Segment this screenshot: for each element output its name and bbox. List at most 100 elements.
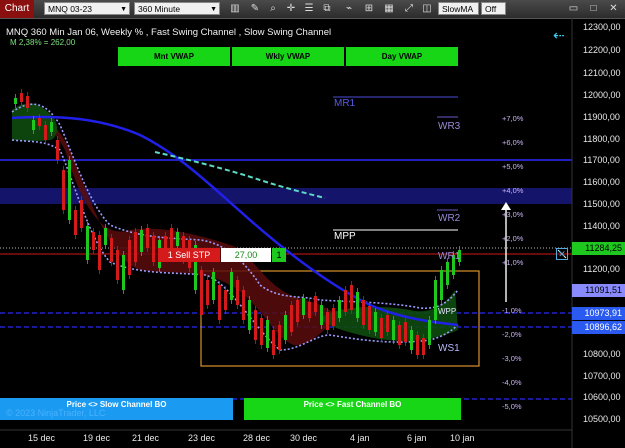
y-axis-label: 11500,00 — [583, 199, 620, 209]
candle-body — [32, 120, 35, 130]
candle-body — [86, 226, 89, 260]
x-axis-label: 23 dec — [188, 433, 216, 443]
candle-body — [374, 312, 377, 332]
candle-body — [200, 270, 203, 315]
x-axis-label: 15 dec — [28, 433, 56, 443]
candle-body — [236, 280, 239, 305]
percent-label: +6,0% — [502, 138, 524, 147]
candle-body — [260, 318, 263, 345]
monthly-vwap-button[interactable]: Mnt VWAP — [118, 47, 230, 66]
x-axis-label: 21 dec — [132, 433, 160, 443]
x-axis-label: 19 dec — [83, 433, 111, 443]
day-vwap-button[interactable]: Day VWAP — [346, 47, 458, 66]
price-tag: 11091,51 — [572, 284, 625, 297]
order-quantity-box[interactable]: 1 — [272, 248, 286, 262]
percent-label: -3,0% — [502, 354, 522, 363]
candle-body — [56, 140, 59, 160]
candle-body — [152, 236, 155, 262]
candle-body — [212, 272, 215, 300]
candle-body — [398, 325, 401, 345]
y-axis-label: 11900,00 — [583, 112, 620, 122]
percent-label: +1,0% — [502, 258, 524, 267]
x-axis-label: 4 jan — [350, 433, 370, 443]
candle-body — [98, 235, 101, 270]
candle-body — [290, 305, 293, 332]
candle-body — [122, 255, 125, 290]
chart-title: MNQ 360 Min Jan 06, Weekly % , Fast Swin… — [6, 27, 332, 38]
candle-body — [50, 122, 53, 132]
percent-label: +4,0% — [502, 186, 524, 195]
wr3-label: WR3 — [438, 121, 461, 132]
candle-body — [368, 306, 371, 330]
candle-body — [92, 232, 95, 250]
close-order-icon[interactable]: ✕ — [556, 248, 568, 260]
candle-body — [20, 93, 23, 102]
candle-body — [362, 300, 365, 325]
slow-moving-average — [11, 115, 459, 327]
y-axis-label: 12100,00 — [583, 68, 621, 78]
candle-body — [224, 290, 227, 310]
y-axis-label: 10500,00 — [583, 414, 621, 424]
candle-body — [128, 240, 131, 275]
candle-body — [320, 305, 323, 325]
candle-body — [338, 300, 341, 318]
order-price-box[interactable]: 27,00 — [221, 248, 271, 262]
candle-body — [314, 296, 317, 312]
chart-canvas[interactable] — [0, 0, 625, 448]
y-axis-label: 12000,00 — [583, 90, 621, 100]
candle-body — [38, 118, 41, 126]
candle-body — [272, 330, 275, 355]
candle-body — [140, 230, 143, 252]
copyright-text: © 2023 NinjaTrader, LLC — [6, 408, 106, 418]
y-axis-label: 11600,00 — [583, 177, 620, 187]
candle-body — [44, 125, 47, 140]
candle-body — [248, 300, 251, 330]
y-axis-label: 12200,00 — [583, 45, 621, 55]
percent-label: +5,0% — [502, 162, 524, 171]
candle-body — [326, 312, 329, 330]
candle-body — [392, 320, 395, 340]
candle-body — [278, 325, 281, 350]
fast-channel-breakout-button[interactable]: Price <> Fast Channel BO — [244, 398, 461, 420]
percent-label: -5,0% — [502, 402, 522, 411]
candle-body — [296, 300, 299, 322]
candle-body — [446, 262, 449, 285]
candle-body — [14, 98, 17, 104]
candle-body — [170, 228, 173, 250]
y-axis-label: 11400,00 — [583, 221, 620, 231]
price-tag: 10896,62 — [572, 321, 625, 334]
candle-body — [68, 160, 71, 220]
candle-body — [356, 292, 359, 318]
candle-body — [410, 330, 413, 350]
candle-body — [380, 318, 383, 338]
weekly-vwap-button[interactable]: Wkly VWAP — [232, 47, 344, 66]
mr1-label: MR1 — [334, 98, 356, 109]
candle-body — [308, 302, 311, 318]
candle-body — [242, 290, 245, 320]
percent-label: -4,0% — [502, 378, 522, 387]
candle-body — [146, 228, 149, 248]
candle-body — [134, 232, 137, 262]
candle-body — [62, 170, 65, 210]
candle-body — [266, 320, 269, 348]
y-axis-label: 11800,00 — [583, 134, 620, 144]
x-axis-label: 6 jan — [407, 433, 427, 443]
candle-body — [116, 250, 119, 280]
candle-body — [254, 310, 257, 340]
collapse-arrow-icon[interactable]: ⇠ — [553, 27, 565, 44]
percent-label: -2,0% — [502, 330, 522, 339]
price-tag: 10973,91 — [572, 307, 625, 320]
candle-body — [422, 338, 425, 355]
x-axis-label: 10 jan — [450, 433, 475, 443]
candle-body — [350, 285, 353, 310]
candle-body — [332, 308, 335, 326]
candle-body — [110, 238, 113, 262]
ws1-label: WS1 — [438, 343, 460, 354]
candle-body — [230, 272, 233, 300]
y-axis-label: 11200,00 — [583, 264, 620, 274]
sell-stop-order-label[interactable]: 1 Sell STP — [158, 248, 220, 262]
percent-label: +2,0% — [502, 234, 524, 243]
candle-body — [104, 228, 107, 245]
percent-label: +7,0% — [502, 114, 524, 123]
candle-body — [416, 335, 419, 355]
